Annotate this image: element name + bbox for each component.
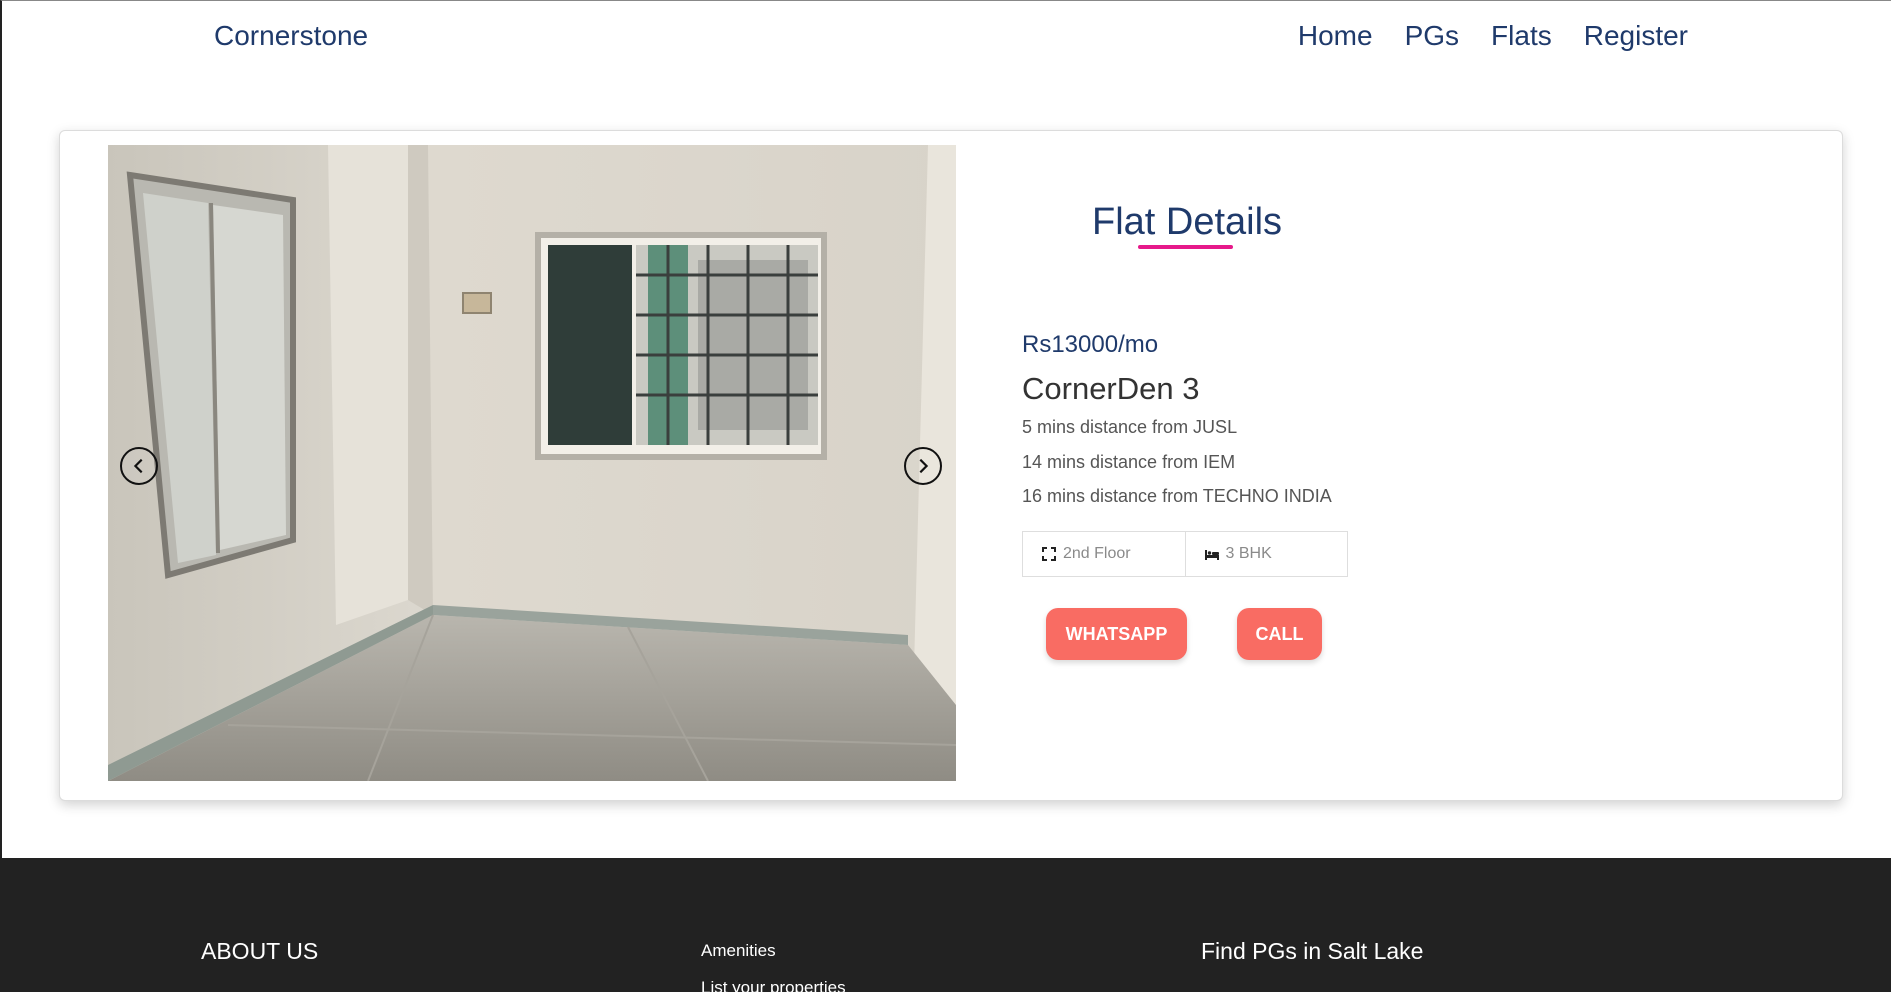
carousel-next-button[interactable] <box>904 447 942 485</box>
footer-find-pgs-heading: Find PGs in Salt Lake <box>1201 938 1424 964</box>
footer-about-heading: ABOUT US <box>201 938 319 964</box>
flat-name: CornerDen 3 <box>1022 371 1200 406</box>
nav-link-home[interactable]: Home <box>1298 20 1373 52</box>
spec-floor-label: 2nd Floor <box>1063 545 1131 562</box>
nav-link-flats[interactable]: Flats <box>1491 20 1552 52</box>
distance-item: 5 mins distance from JUSL <box>1022 417 1238 437</box>
call-button[interactable]: CALL <box>1237 608 1322 660</box>
nav-link-register[interactable]: Register <box>1584 20 1688 52</box>
flat-details-card: Flat Details Rs13000/mo CornerDen 3 5 mi… <box>59 130 1843 801</box>
photo-carousel <box>108 145 956 781</box>
distance-item: 16 mins distance from TECHNO INDIA <box>1022 486 1332 506</box>
carousel-prev-button[interactable] <box>120 447 158 485</box>
footer-link-list-properties[interactable]: List your properties <box>701 978 846 992</box>
whatsapp-button[interactable]: WHATSAPP <box>1046 608 1187 660</box>
footer-link-amenities[interactable]: Amenities <box>701 941 776 961</box>
flat-room-photo <box>108 145 956 781</box>
chevron-right-icon <box>919 458 929 474</box>
title-underline <box>1138 245 1233 249</box>
chevron-left-icon <box>133 458 143 474</box>
bed-icon <box>1204 550 1219 560</box>
distance-item: 14 mins distance from IEM <box>1022 452 1236 472</box>
price: Rs13000/mo <box>1022 331 1159 358</box>
spec-bhk-label: 3 BHK <box>1225 545 1272 562</box>
spec-bhk: 3 BHK <box>1184 532 1348 576</box>
nav-link-pgs[interactable]: PGs <box>1405 20 1459 52</box>
nav-links: Home PGs Flats Register <box>1298 20 1688 52</box>
spec-table: 2nd Floor 3 BHK <box>1022 531 1348 577</box>
spec-floor: 2nd Floor <box>1023 532 1185 576</box>
brand-logo[interactable]: Cornerstone <box>214 20 368 52</box>
expand-icon <box>1042 547 1056 561</box>
details-title: Flat Details <box>1092 201 1283 243</box>
footer: ABOUT US Amenities List your properties … <box>0 858 1891 992</box>
navbar: Cornerstone Home PGs Flats Register <box>0 0 1891 75</box>
